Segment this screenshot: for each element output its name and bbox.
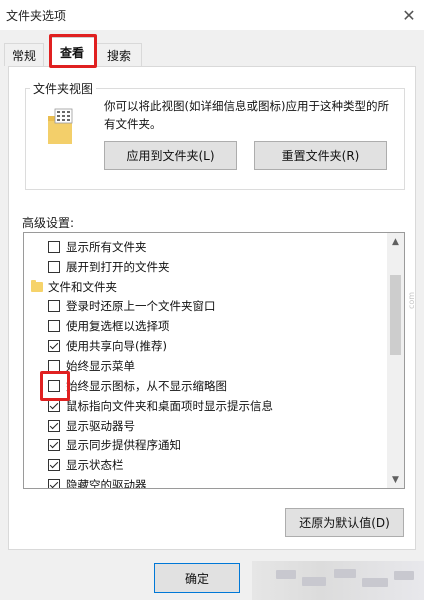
folder-icon [31,280,43,292]
list-item[interactable]: 登录时还原上一个文件夹窗口 [48,297,388,315]
list-item-label: 隐藏空的驱动器 [66,478,147,488]
list-item-label: 始终显示菜单 [66,359,135,373]
scroll-down-icon[interactable]: ▼ [387,471,404,488]
list-item[interactable]: 展开到打开的文件夹 [48,258,388,276]
checkbox-checked[interactable] [48,400,60,412]
blur-block [362,578,388,587]
list-item[interactable]: 始终显示图标，从不显示缩略图 [48,377,388,395]
watermark: com [406,291,416,310]
tab-general[interactable]: 常规 [4,43,44,66]
list-item-label: 显示驱动器号 [66,419,135,433]
list-item-label: 显示所有文件夹 [66,240,147,254]
ok-button[interactable]: 确定 [154,563,240,593]
blur-block [302,577,326,586]
list-item[interactable]: 隐藏空的驱动器 [48,476,388,488]
advanced-settings-items: 显示所有文件夹 展开到打开的文件夹 文件和文件夹 登录时还原上一个文件夹窗口 使… [24,233,388,488]
advanced-settings-list[interactable]: 显示所有文件夹 展开到打开的文件夹 文件和文件夹 登录时还原上一个文件夹窗口 使… [23,232,405,489]
list-item[interactable]: 使用共享向导(推荐) [48,337,388,355]
advanced-settings-label: 高级设置: [22,216,75,230]
list-group-header: 文件和文件夹 [31,278,388,296]
tab-search[interactable]: 搜索 [96,43,142,66]
list-item[interactable]: 使用复选框以选择项 [48,317,388,335]
close-icon[interactable]: ✕ [394,0,424,30]
blurred-region [252,561,424,600]
list-item-label: 使用复选框以选择项 [66,319,170,333]
list-group-label: 文件和文件夹 [48,280,117,294]
folder-views-legend: 文件夹视图 [30,80,97,97]
apply-to-folders-button[interactable]: 应用到文件夹(L) [104,141,237,170]
list-item-label: 鼠标指向文件夹和桌面项时显示提示信息 [66,399,273,413]
blur-block [394,571,414,580]
list-item[interactable]: 显示状态栏 [48,456,388,474]
checkbox[interactable] [48,300,60,312]
scroll-up-icon[interactable]: ▲ [387,233,404,250]
reset-folders-button[interactable]: 重置文件夹(R) [254,141,387,170]
list-item-label: 展开到打开的文件夹 [66,260,170,274]
checkbox-checked[interactable] [48,420,60,432]
list-item[interactable]: 显示所有文件夹 [48,238,388,256]
folder-views-description: 你可以将此视图(如详细信息或图标)应用于这种类型的所有文件夹。 [104,99,389,131]
restore-defaults-button[interactable]: 还原为默认值(D) [285,508,404,537]
blur-block [276,570,296,579]
checkbox-checked[interactable] [48,439,60,451]
folder-view-icon [48,108,73,144]
checkbox[interactable] [48,360,60,372]
list-item-label: 显示同步提供程序通知 [66,438,181,452]
window-title: 文件夹选项 [6,9,67,23]
checkbox-checked[interactable] [48,340,60,352]
list-item-label: 登录时还原上一个文件夹窗口 [66,299,216,313]
list-scrollbar[interactable]: ▲ ▼ [387,233,404,488]
list-item-label: 显示状态栏 [66,458,124,472]
title-bar: 文件夹选项 ✕ [0,0,424,30]
list-item-label: 始终显示图标，从不显示缩略图 [66,379,227,393]
list-item[interactable]: 显示同步提供程序通知 [48,436,388,454]
list-item[interactable]: 鼠标指向文件夹和桌面项时显示提示信息 [48,397,388,415]
checkbox[interactable] [48,320,60,332]
blur-block [334,569,356,578]
checkbox-checked[interactable] [48,459,60,471]
scroll-thumb[interactable] [390,275,401,355]
checkbox[interactable] [48,380,60,392]
tab-view[interactable]: 查看 [49,37,95,67]
checkbox-checked[interactable] [48,479,60,488]
checkbox[interactable] [48,261,60,273]
list-item[interactable]: 显示驱动器号 [48,417,388,435]
list-item[interactable]: 始终显示菜单 [48,357,388,375]
list-item-label: 使用共享向导(推荐) [66,339,167,353]
checkbox[interactable] [48,241,60,253]
